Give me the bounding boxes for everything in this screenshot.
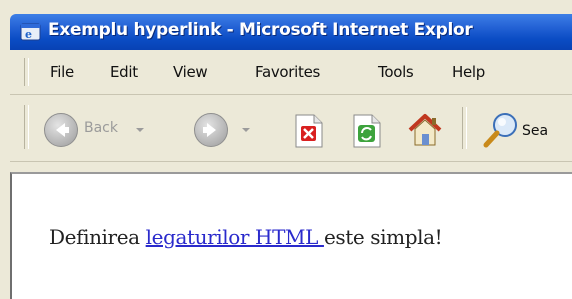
title-bar[interactable]: e Exemplu hyperlink - Microsoft Internet…: [10, 14, 572, 50]
menu-edit[interactable]: Edit: [110, 63, 138, 81]
home-icon[interactable]: [406, 111, 444, 149]
menu-tools[interactable]: Tools: [378, 63, 414, 81]
menu-bar-grip[interactable]: [24, 58, 29, 86]
browser-window: e Exemplu hyperlink - Microsoft Internet…: [0, 0, 572, 299]
window-title: Exemplu hyperlink - Microsoft Internet E…: [48, 20, 473, 40]
page-content: Definirea legaturilor HTML este simpla!: [10, 172, 572, 299]
search-label: Sea: [522, 123, 549, 139]
text-before-link: Definirea: [49, 225, 146, 249]
svg-text:e: e: [25, 28, 32, 41]
stop-icon[interactable]: [292, 113, 326, 149]
menu-favorites[interactable]: Favorites: [255, 63, 320, 81]
page-text-line: Definirea legaturilor HTML este simpla!: [49, 225, 443, 249]
search-icon: [483, 113, 517, 148]
menu-help[interactable]: Help: [452, 63, 485, 81]
toolbar-grip[interactable]: [24, 105, 29, 149]
search-button[interactable]: Sea: [482, 109, 572, 157]
menu-bar: File Edit View Favorites Tools Help: [10, 50, 572, 95]
standard-toolbar: Back Sea: [10, 95, 572, 162]
back-button[interactable]: Back: [44, 113, 156, 157]
menu-file[interactable]: File: [50, 63, 74, 81]
html-hyperlink[interactable]: legaturilor HTML: [146, 225, 324, 249]
refresh-icon[interactable]: [350, 113, 384, 149]
forward-button[interactable]: [194, 113, 268, 157]
back-arrow-icon: [44, 113, 78, 147]
text-after-link: este simpla!: [323, 225, 443, 249]
menu-view[interactable]: View: [173, 63, 208, 81]
back-dropdown-arrow[interactable]: [136, 128, 144, 132]
forward-arrow-icon: [194, 113, 228, 147]
forward-dropdown-arrow[interactable]: [242, 128, 250, 132]
internet-explorer-icon: e: [20, 23, 41, 41]
back-label: Back: [84, 120, 118, 136]
toolbar-separator: [462, 107, 467, 149]
